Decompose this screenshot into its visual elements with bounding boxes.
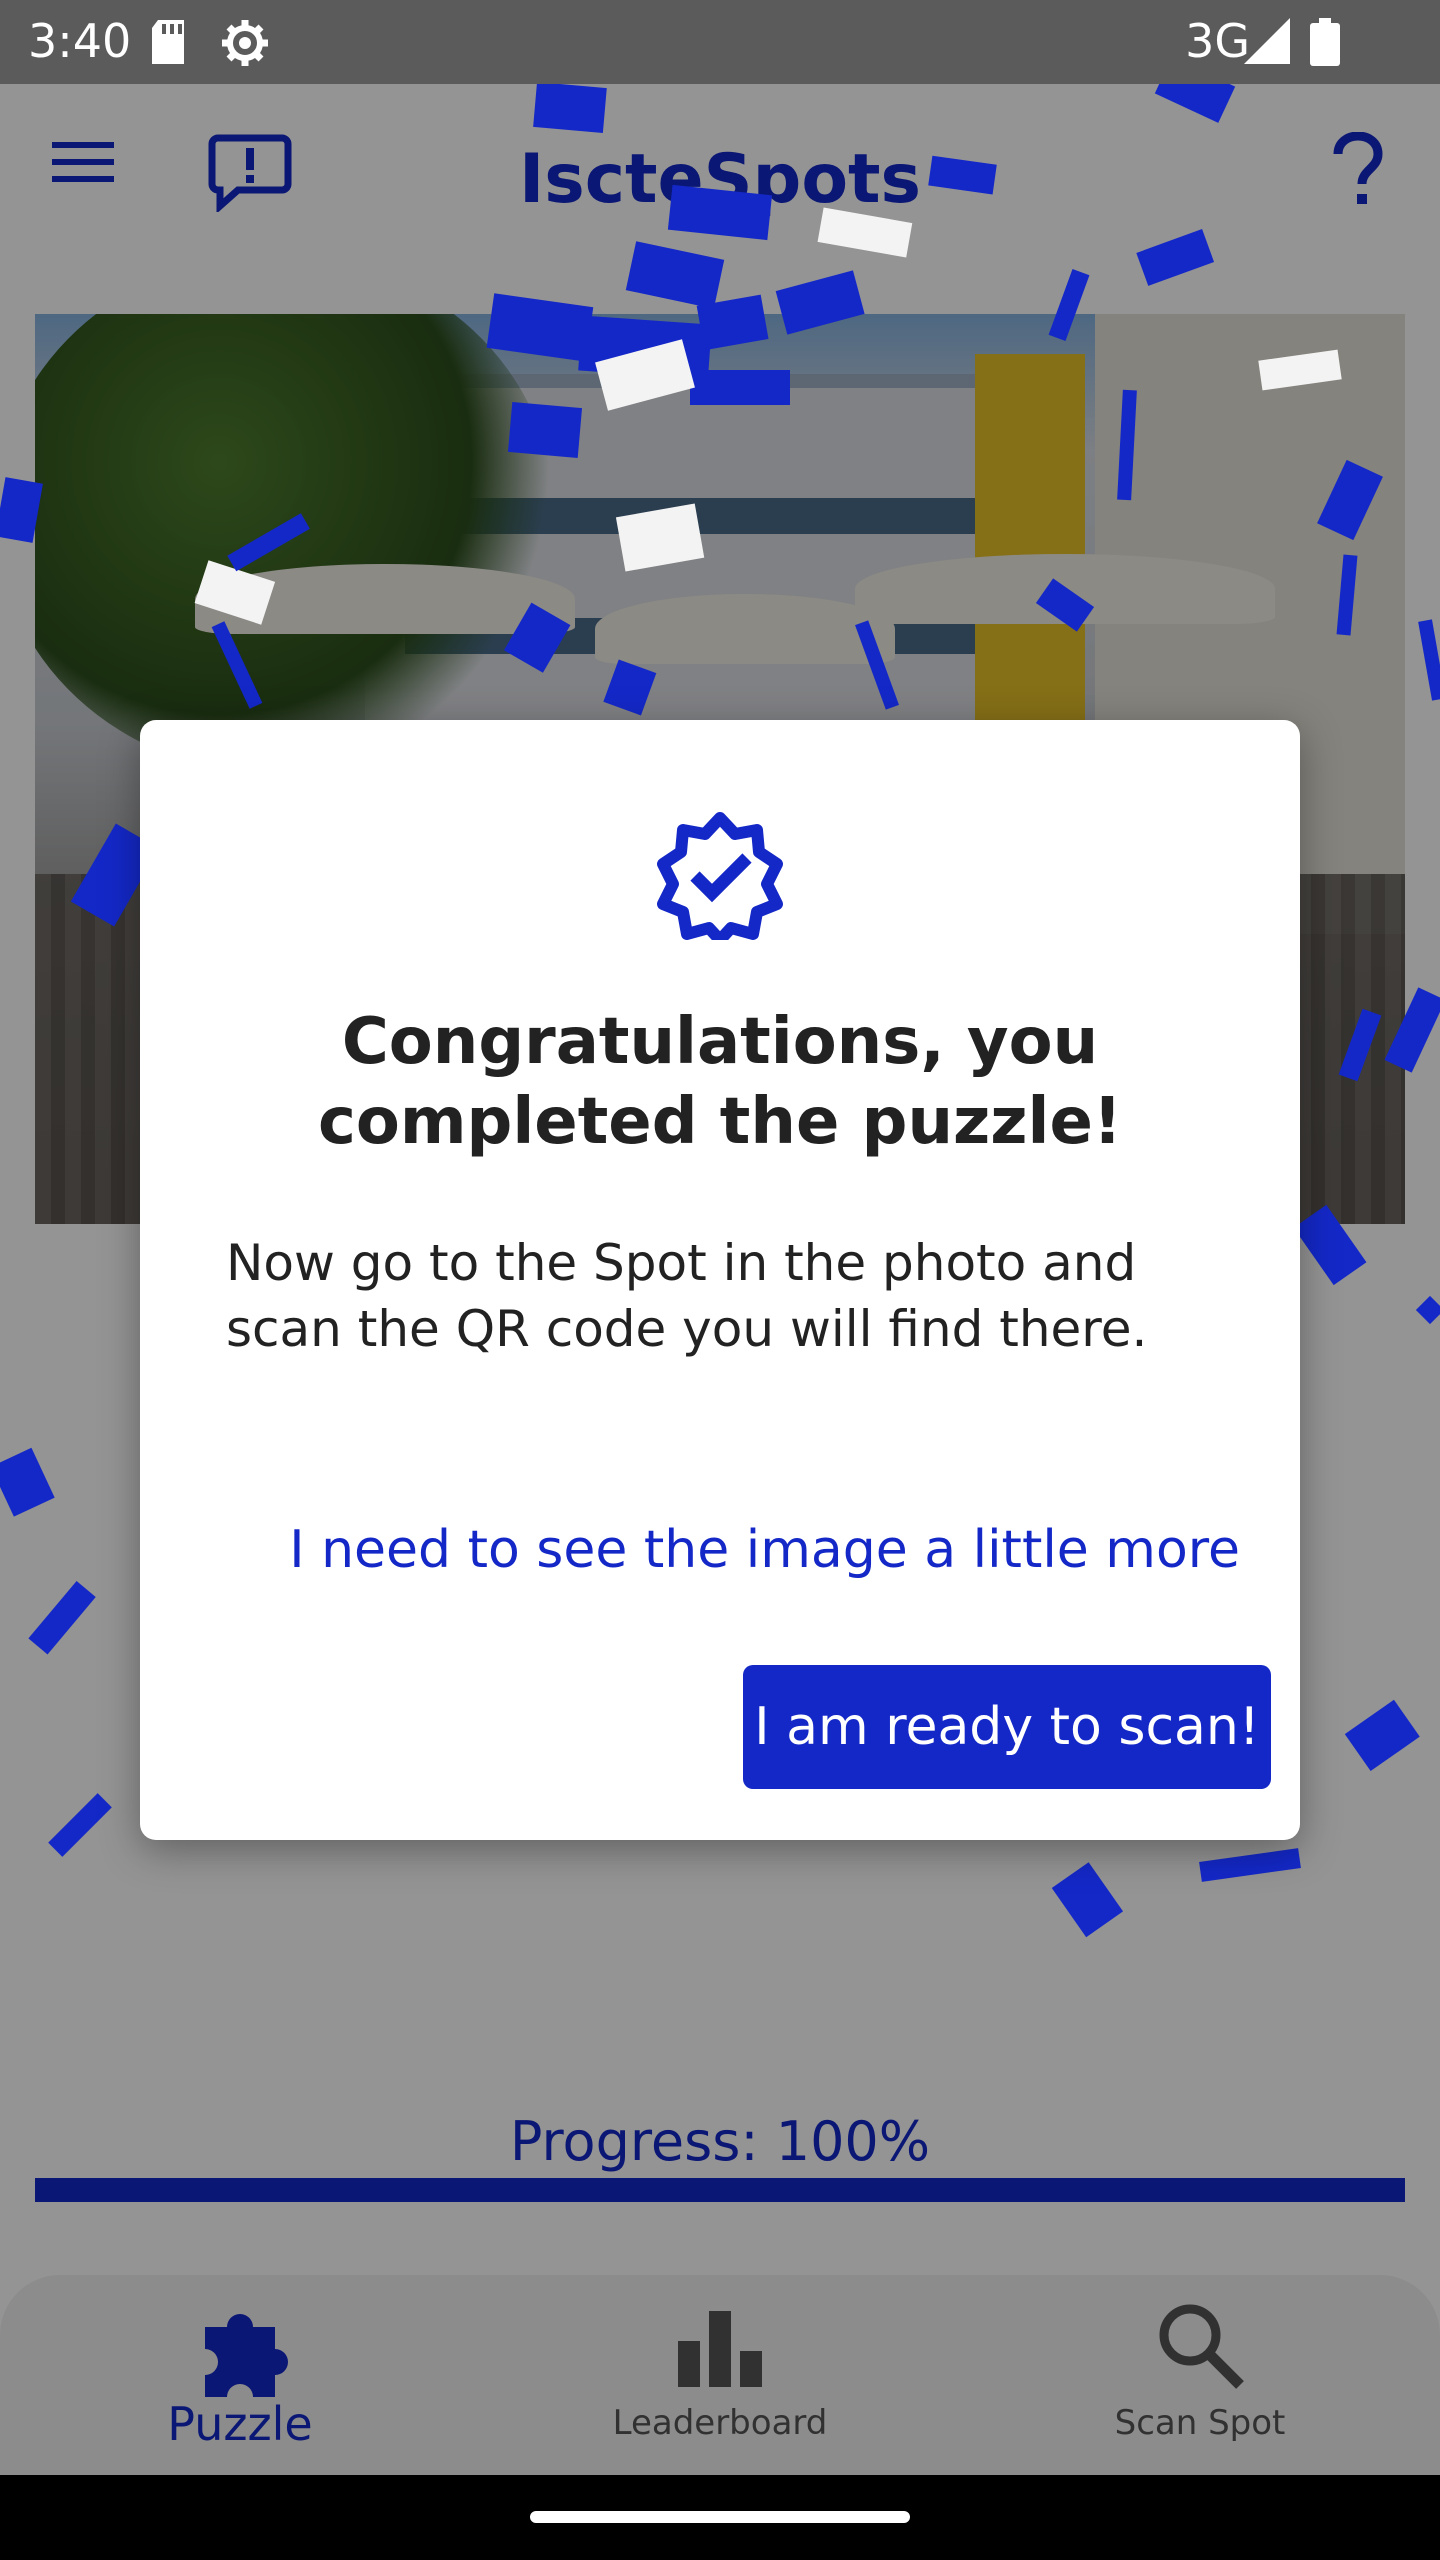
signal-icon <box>1244 18 1290 69</box>
system-nav-bar <box>0 2475 1440 2560</box>
sd-card-icon <box>148 18 188 71</box>
ready-to-scan-button[interactable]: I am ready to scan! <box>743 1665 1271 1789</box>
status-bar: 3:40 3G <box>0 0 1440 84</box>
verified-badge-icon <box>655 810 785 946</box>
see-image-more-button[interactable]: I need to see the image a little more <box>289 1520 1240 1580</box>
dialog-title: Congratulations, you completed the puzzl… <box>317 1005 1123 1159</box>
puzzle-complete-dialog: Congratulations, you completed the puzzl… <box>140 720 1300 1840</box>
dialog-message: Now go to the Spot in the photo and scan… <box>226 1234 1148 1358</box>
network-type: 3G <box>1185 14 1250 68</box>
status-time: 3:40 <box>28 14 132 68</box>
settings-gear-icon <box>220 18 270 73</box>
battery-icon <box>1310 18 1340 71</box>
home-gesture-pill[interactable] <box>530 2511 910 2523</box>
